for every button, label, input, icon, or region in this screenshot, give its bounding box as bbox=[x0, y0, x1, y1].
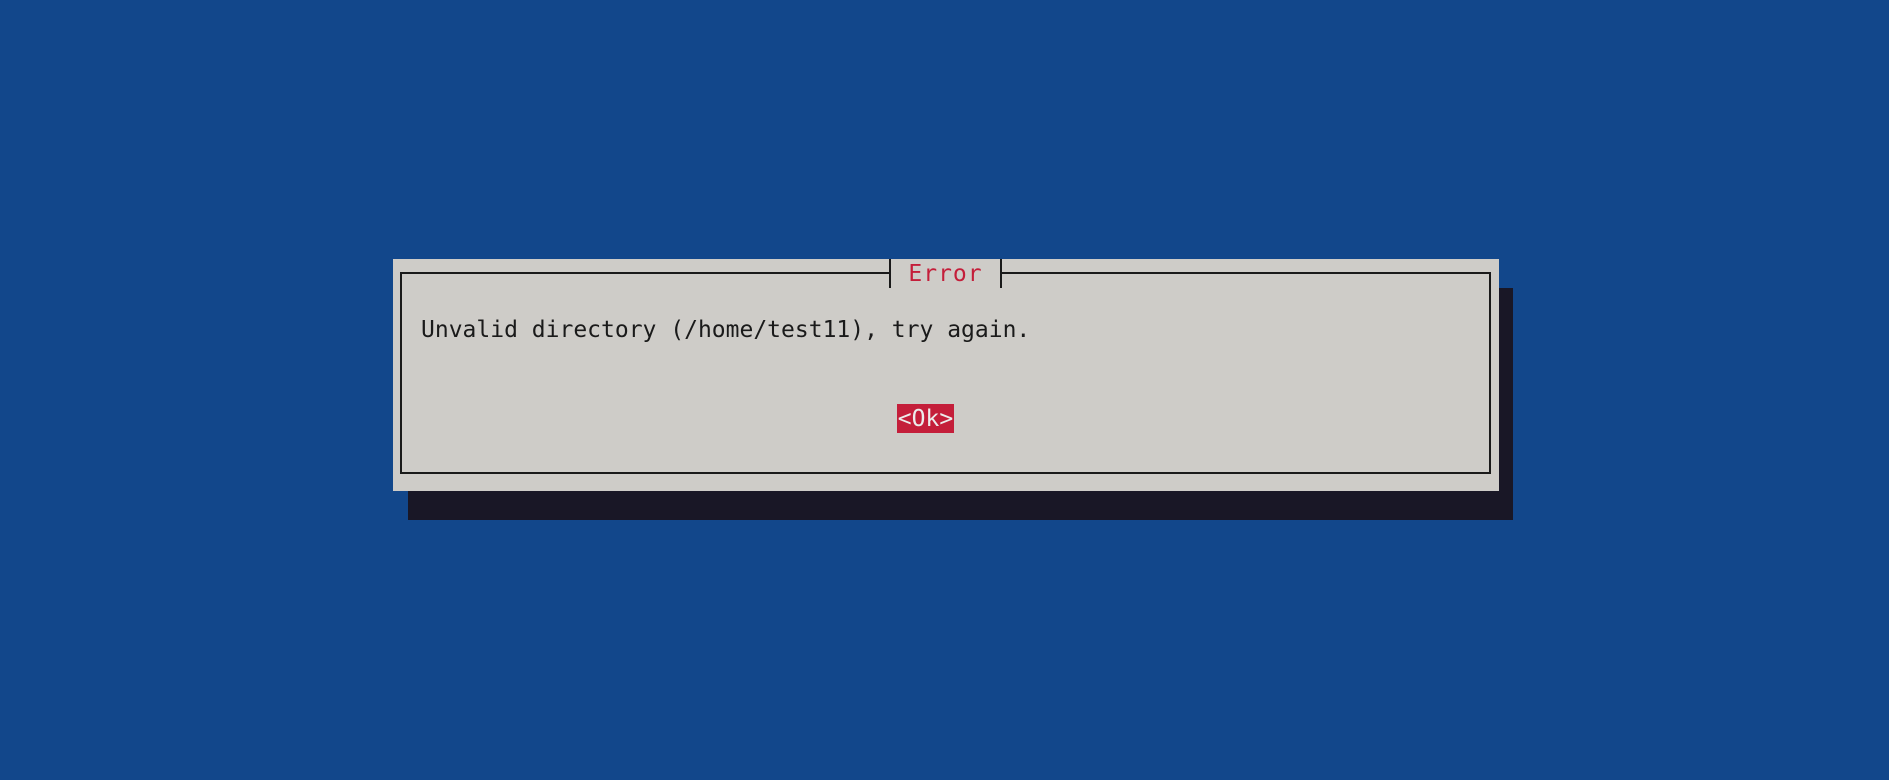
dialog-frame bbox=[400, 272, 1491, 474]
dialog-title: Error bbox=[908, 260, 983, 287]
ok-button[interactable]: <Ok> bbox=[897, 404, 954, 433]
terminal-screen: { "dialog": { "title": "Error", "message… bbox=[0, 0, 1889, 780]
error-dialog: Error Unvalid directory (/home/test11), … bbox=[393, 259, 1499, 491]
error-message: Unvalid directory (/home/test11), try ag… bbox=[421, 317, 1031, 343]
dialog-title-box: Error bbox=[889, 259, 1002, 288]
